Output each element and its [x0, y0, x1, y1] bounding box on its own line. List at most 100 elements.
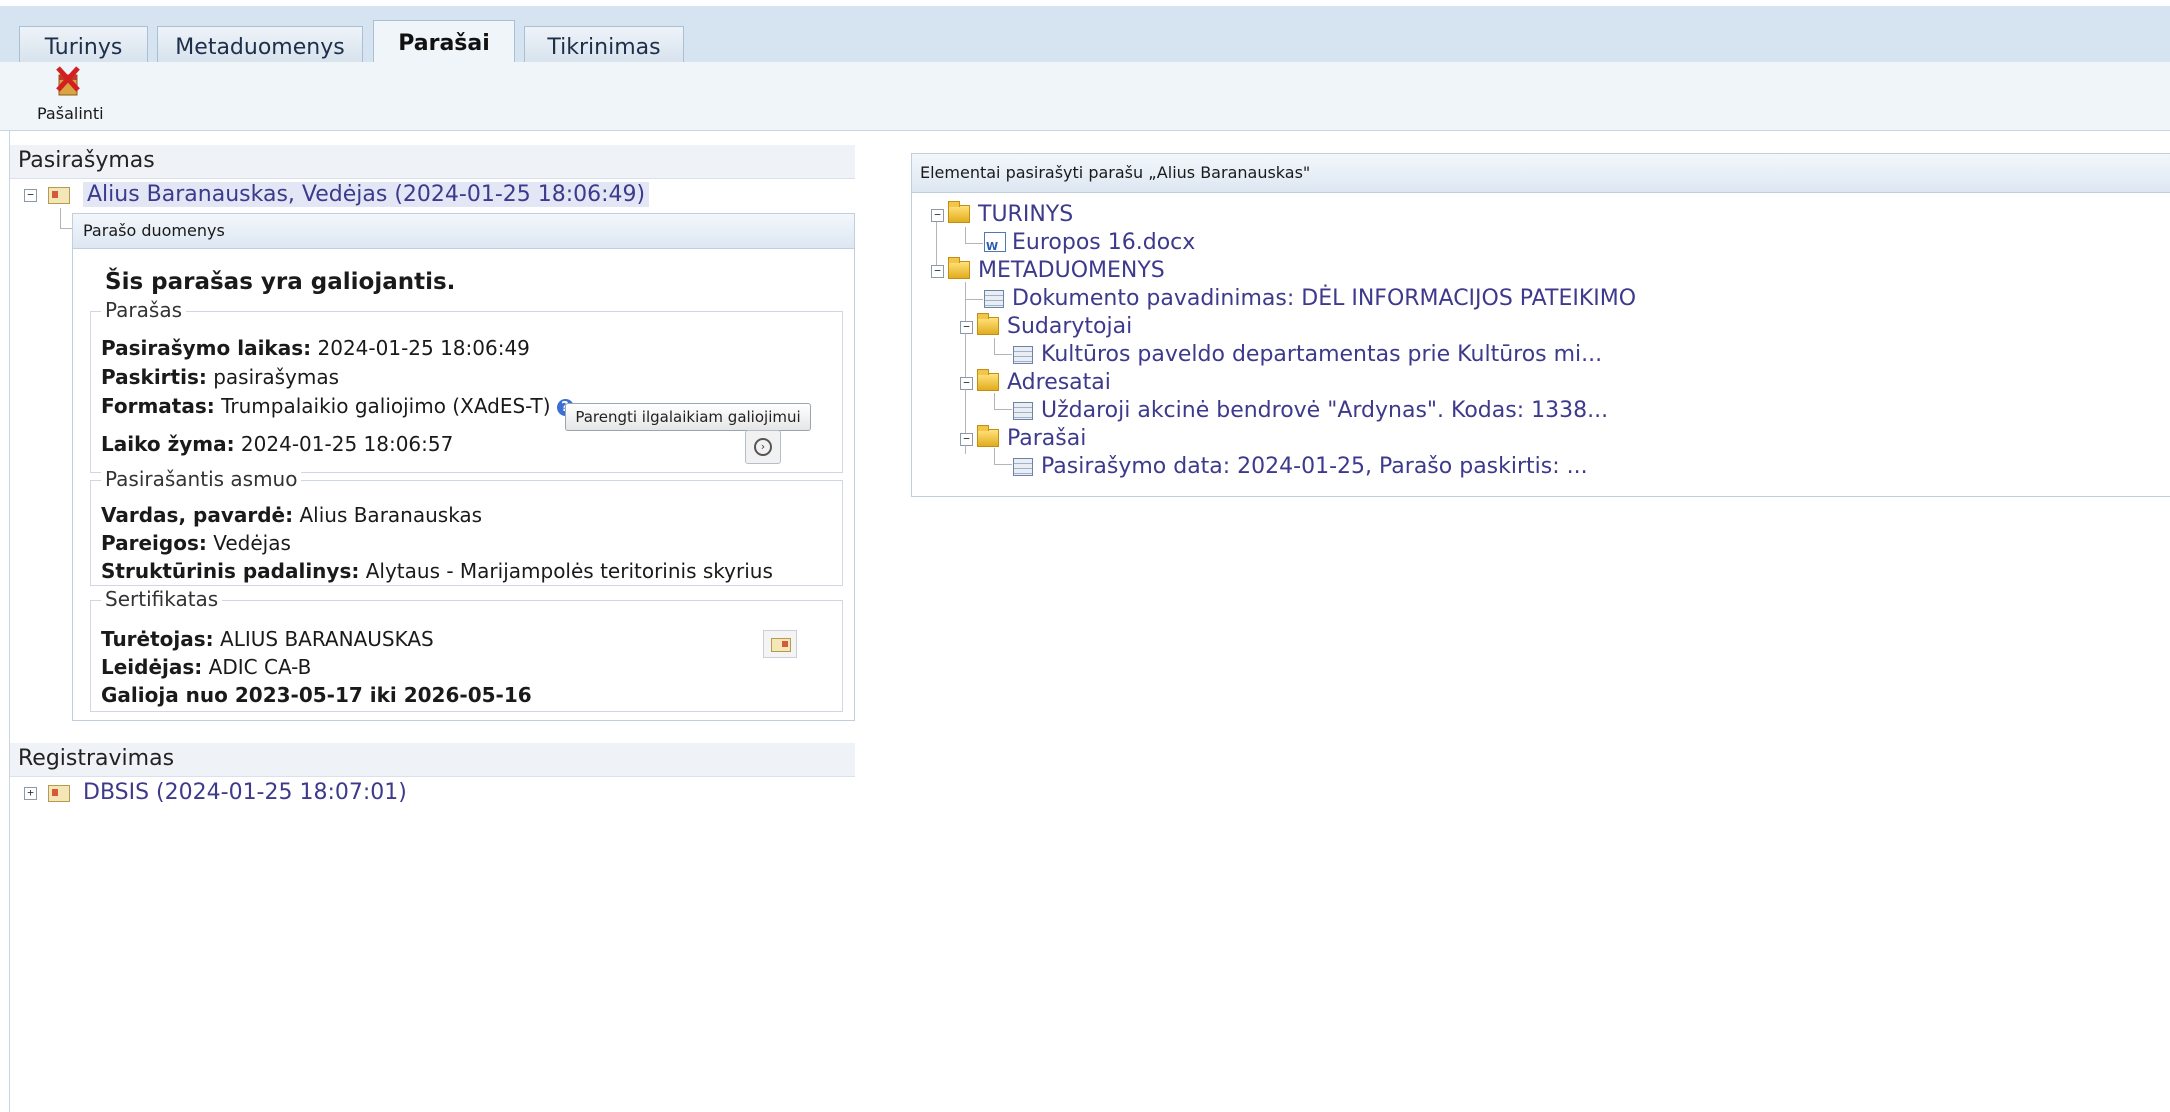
signing-time-label: Pasirašymo laikas: [101, 336, 312, 360]
table-icon [1013, 458, 1033, 476]
registration-section-header: Registravimas [10, 743, 855, 777]
prepare-long-term-button[interactable]: Parengti ilgalaikiam galiojimui [565, 403, 811, 431]
folder-icon [948, 201, 970, 223]
signer-unit-label: Struktūrinis padalinys: [101, 559, 360, 583]
tree-node-doc-title[interactable]: Dokumento pavadinimas: DĖL INFORMACIJOS … [984, 285, 1636, 313]
panel-title: Parašo duomenys [73, 214, 854, 249]
tree-connector [60, 228, 72, 229]
signer-name-value: Alius Baranauskas [293, 503, 483, 527]
tree-node-adresatai[interactable]: − Adresatai [960, 369, 1111, 397]
cert-issuer-value: ADIC CA-B [202, 655, 312, 679]
tree-connector [994, 464, 1012, 465]
tree-connector [60, 208, 61, 228]
registration-entry[interactable]: DBSIS (2024-01-25 18:07:01) [83, 780, 407, 805]
tree-connector [994, 409, 1012, 410]
collapse-toggle-icon[interactable]: − [931, 208, 944, 222]
collapse-toggle-icon[interactable]: − [931, 264, 944, 278]
signer-unit-value: Alytaus - Marijampolės teritorinis skyri… [359, 559, 773, 583]
cert-holder-label: Turėtojas: [101, 627, 214, 651]
tree-node-adresatai-item[interactable]: Uždaroji akcinė bendrovė "Ardynas". Koda… [1013, 397, 1608, 425]
signer-group: Pasirašantis asmuo Vardas, pavardė: Aliu… [90, 467, 843, 586]
timestamp-details-button[interactable]: › [745, 430, 781, 464]
collapse-toggle-icon[interactable]: − [24, 188, 37, 202]
node-label: Kultūros paveldo departamentas prie Kult… [1041, 342, 1603, 367]
node-label: Pasirašymo data: 2024-01-25, Parašo pask… [1041, 454, 1588, 479]
format-line: Formatas: Trumpalaikio galiojimo (XAdES-… [101, 394, 574, 418]
tree-node-sudarytojai-item[interactable]: Kultūros paveldo departamentas prie Kult… [1013, 341, 1602, 369]
signing-time-value: 2024-01-25 18:06:49 [311, 336, 530, 360]
registration-card-icon [48, 784, 70, 802]
word-document-icon [984, 232, 1006, 261]
tree-node-parasai[interactable]: − Parašai [960, 425, 1086, 453]
signed-elements-panel: Elementai pasirašyti parašu „Alius Baran… [911, 153, 2170, 497]
tree-node-file[interactable]: Europos 16.docx [984, 229, 1196, 261]
expand-toggle-icon[interactable]: + [24, 786, 37, 800]
signer-group-legend: Pasirašantis asmuo [101, 467, 302, 491]
format-label: Formatas: [101, 394, 215, 418]
folder-icon [977, 313, 999, 335]
tree-node-turinys[interactable]: − TURINYS [931, 201, 1073, 229]
collapse-toggle-icon[interactable]: − [960, 376, 973, 390]
toolbar: Pašalinti [0, 62, 2170, 131]
collapse-toggle-icon[interactable]: − [960, 320, 973, 334]
signer-position-label: Pareigos: [101, 531, 207, 555]
registration-tree-row[interactable]: + DBSIS (2024-01-25 18:07:01) [24, 778, 407, 808]
node-label: METADUOMENYS [978, 258, 1165, 283]
tree-connector [994, 354, 1012, 355]
tree-node-metaduomenys[interactable]: − METADUOMENYS [931, 257, 1165, 285]
tree-connector [965, 227, 966, 243]
remove-signature-icon [56, 66, 80, 96]
tab-bar: Turinys Metaduomenys Parašai Tikrinimas [0, 0, 2170, 69]
timestamp-value: 2024-01-25 18:06:57 [234, 432, 454, 456]
arrow-right-icon: › [754, 438, 772, 456]
timestamp-label: Laiko žyma: [101, 432, 235, 456]
signer-position-line: Pareigos: Vedėjas [101, 531, 291, 555]
node-label: Europos 16.docx [1012, 230, 1196, 255]
format-value: Trumpalaikio galiojimo (XAdES-T) [214, 394, 551, 418]
node-label: Sudarytojai [1007, 314, 1133, 339]
table-icon [1013, 402, 1033, 420]
signature-card-icon [48, 186, 70, 204]
node-label: Dokumento pavadinimas: DĖL INFORMACIJOS … [1012, 286, 1637, 311]
cert-holder-line: Turėtojas: ALIUS BARANAUSKAS [101, 627, 434, 651]
signature-group-legend: Parašas [101, 298, 186, 322]
signature-group: Parašas Pasirašymo laikas: 2024-01-25 18… [90, 298, 843, 473]
tree-node-parasai-item[interactable]: Pasirašymo data: 2024-01-25, Parašo pask… [1013, 453, 1588, 481]
signature-details-panel: Parašo duomenys Šis parašas yra galiojan… [72, 213, 855, 721]
folder-icon [977, 369, 999, 391]
node-label: TURINYS [978, 202, 1074, 227]
remove-label: Pašalinti [37, 104, 104, 123]
purpose-label: Paskirtis: [101, 365, 207, 389]
signer-unit-line: Struktūrinis padalinys: Alytaus - Marija… [101, 559, 773, 583]
table-icon [984, 290, 1004, 308]
view-certificate-button[interactable] [763, 630, 797, 658]
left-border [9, 130, 10, 1112]
cert-validity: Galioja nuo 2023-05-17 iki 2026-05-16 [101, 683, 532, 707]
signature-entry[interactable]: Alius Baranauskas, Vedėjas (2024-01-25 1… [83, 182, 650, 207]
signer-position-value: Vedėjas [206, 531, 291, 555]
signing-time-line: Pasirašymo laikas: 2024-01-25 18:06:49 [101, 336, 530, 360]
certificate-icon [771, 638, 791, 652]
tree-connector [965, 243, 983, 244]
node-label: Adresatai [1007, 370, 1111, 395]
cert-issuer-label: Leidėjas: [101, 655, 203, 679]
signing-section-header: Pasirašymas [10, 145, 855, 179]
certificate-group-legend: Sertifikatas [101, 587, 223, 611]
node-label: Uždaroji akcinė bendrovė "Ardynas". Koda… [1041, 398, 1609, 423]
signer-name-line: Vardas, pavardė: Alius Baranauskas [101, 503, 482, 527]
purpose-value: pasirašymas [206, 365, 340, 389]
node-label: Parašai [1007, 426, 1087, 451]
cert-issuer-line: Leidėjas: ADIC CA-B [101, 655, 311, 679]
certificate-group: Sertifikatas Turėtojas: ALIUS BARANAUSKA… [90, 587, 843, 712]
signed-elements-title: Elementai pasirašyti parašu „Alius Baran… [912, 154, 2170, 193]
cert-holder-value: ALIUS BARANAUSKAS [213, 627, 434, 651]
collapse-toggle-icon[interactable]: − [960, 432, 973, 446]
tree-connector [965, 299, 983, 300]
tree-node-sudarytojai[interactable]: − Sudarytojai [960, 313, 1132, 341]
table-icon [1013, 346, 1033, 364]
folder-icon [977, 425, 999, 447]
purpose-line: Paskirtis: pasirašymas [101, 365, 339, 389]
timestamp-line: Laiko žyma: 2024-01-25 18:06:57 [101, 432, 453, 456]
validity-status: Šis parašas yra galiojantis. [105, 269, 456, 295]
signature-tree-row[interactable]: − Alius Baranauskas, Vedėjas (2024-01-25… [24, 180, 650, 210]
